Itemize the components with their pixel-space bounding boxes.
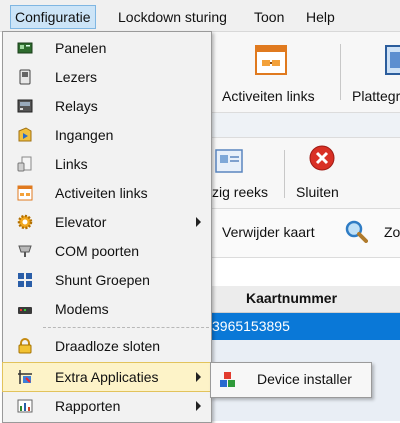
toolbar-separator <box>284 150 285 198</box>
activity-links-icon <box>17 185 33 201</box>
menu-item-label: Elevator <box>55 214 107 230</box>
reader-icon <box>19 69 31 85</box>
search-button[interactable] <box>344 219 368 243</box>
menu-help[interactable]: Help <box>302 6 339 28</box>
submenu-arrow-icon <box>196 372 201 382</box>
card-series-icon <box>215 149 243 173</box>
menu-item-label: Modems <box>55 301 109 317</box>
action-bar: Verwijder kaart Zo <box>210 209 400 258</box>
grid-header-row: Kaartnummer <box>210 286 400 313</box>
ribbon-toolbar-top: Activeiten links Plattegr <box>210 32 400 113</box>
extra-apps-icon <box>18 370 32 384</box>
menu-item-label: Activeiten links <box>55 185 148 201</box>
panel-icon <box>17 42 33 54</box>
reeks-label[interactable]: zig reeks <box>212 184 268 200</box>
remove-card-button[interactable]: Verwijder kaart <box>222 224 315 240</box>
menu-item-ingangen[interactable]: Ingangen <box>3 121 211 150</box>
search-icon <box>345 220 368 243</box>
menu-item-com-poorten[interactable]: COM poorten <box>3 237 211 266</box>
menu-item-label: Relays <box>55 98 98 114</box>
floorplan-icon <box>385 45 400 75</box>
menu-item-label: Device installer <box>257 371 352 387</box>
floorplan-label[interactable]: Plattegr <box>352 88 400 104</box>
menu-item-device-installer[interactable]: Device installer <box>211 363 371 397</box>
activity-links-icon <box>255 45 287 75</box>
floorplan-button[interactable] <box>382 44 400 84</box>
relay-icon <box>17 99 33 113</box>
column-header-kaartnummer[interactable]: Kaartnummer <box>246 290 337 306</box>
menu-item-modems[interactable]: Modems <box>3 295 211 324</box>
menu-lockdown-sturing[interactable]: Lockdown sturing <box>114 6 231 28</box>
menu-item-elevator[interactable]: Elevator <box>3 208 211 237</box>
close-button[interactable] <box>308 144 336 172</box>
device-installer-icon <box>220 372 235 387</box>
lock-icon <box>18 338 32 354</box>
menu-toon[interactable]: Toon <box>250 6 288 28</box>
menu-item-activeiten-links[interactable]: Activeiten links <box>3 179 211 208</box>
menu-bar: Configuratie Lockdown sturing Toon Help <box>0 0 400 32</box>
input-icon <box>18 127 32 142</box>
links-icon <box>17 156 32 172</box>
close-label[interactable]: Sluiten <box>296 184 339 200</box>
extra-applicaties-submenu: Device installer <box>210 362 372 398</box>
ribbon-group-strip <box>210 113 400 138</box>
menu-item-label: COM poorten <box>55 243 140 259</box>
menu-item-label: Draadloze sloten <box>55 338 161 354</box>
menu-item-panelen[interactable]: Panelen <box>3 34 211 63</box>
toolbar-separator <box>340 44 341 100</box>
ribbon-toolbar-second: zig reeks Sluiten <box>210 138 400 209</box>
activity-links-label[interactable]: Activeiten links <box>222 88 315 104</box>
card-number-cell: 3965153895 <box>212 318 290 334</box>
menu-item-label: Shunt Groepen <box>55 272 150 288</box>
menu-item-label: Links <box>55 156 88 172</box>
menu-item-rapporten[interactable]: Rapporten <box>3 392 211 421</box>
menu-item-links[interactable]: Links <box>3 150 211 179</box>
elevator-gear-icon <box>17 214 33 230</box>
configuratie-dropdown-menu: Panelen Lezers Relays Ingangen Links Act… <box>2 31 212 423</box>
com-port-icon <box>18 245 32 257</box>
menu-item-shunt-groepen[interactable]: Shunt Groepen <box>3 266 211 295</box>
table-row[interactable]: 3965153895 <box>210 313 400 340</box>
menu-item-lezers[interactable]: Lezers <box>3 63 211 92</box>
reports-icon <box>17 399 33 413</box>
menu-item-label: Lezers <box>55 69 98 85</box>
menu-item-label: Rapporten <box>55 398 121 414</box>
activity-links-button[interactable] <box>252 44 292 84</box>
menu-configuratie[interactable]: Configuratie <box>10 5 96 29</box>
modem-icon <box>18 307 32 314</box>
submenu-arrow-icon <box>196 401 201 411</box>
shunt-groups-icon <box>18 273 32 287</box>
search-label[interactable]: Zo <box>384 224 400 240</box>
menu-item-label: Ingangen <box>55 127 114 143</box>
reeks-button[interactable] <box>214 148 244 176</box>
menu-item-draadloze-sloten[interactable]: Draadloze sloten <box>3 332 211 361</box>
close-icon <box>309 145 335 171</box>
menu-item-label: Panelen <box>55 40 107 56</box>
submenu-arrow-icon <box>196 217 201 227</box>
menu-item-label: Extra Applicaties <box>55 369 159 385</box>
menu-item-relays[interactable]: Relays <box>3 92 211 121</box>
menu-separator <box>43 327 209 328</box>
menu-item-extra-applicaties[interactable]: Extra Applicaties <box>2 362 212 392</box>
